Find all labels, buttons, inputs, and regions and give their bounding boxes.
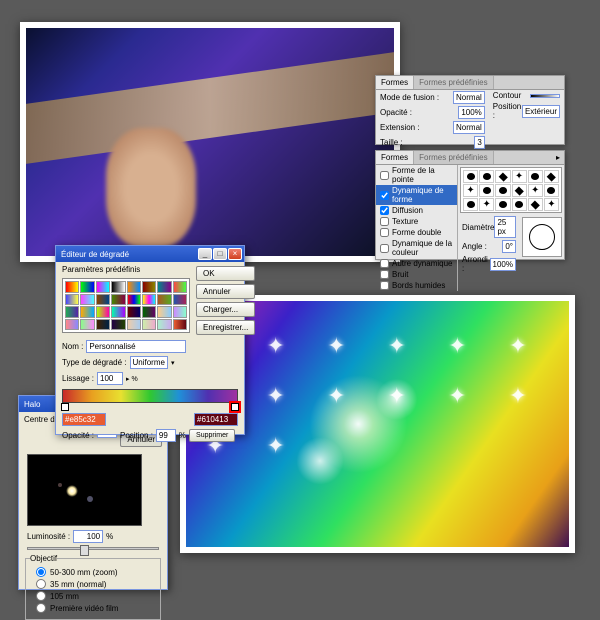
chk-tip[interactable]: Forme de la pointe (392, 166, 453, 184)
chevron-down-icon[interactable]: ▾ (171, 359, 175, 367)
color-right[interactable]: #610413 (194, 413, 238, 426)
chk-noise[interactable]: Bruit (392, 270, 408, 279)
ok-button[interactable]: OK (196, 266, 255, 281)
maximize-button[interactable]: □ (213, 248, 227, 260)
opacity-select[interactable]: 100% (458, 106, 484, 119)
chk-scatter[interactable]: Diffusion (392, 206, 423, 215)
presets-label: Paramètres prédéfinis (62, 265, 190, 274)
smooth-label: Lissage : (62, 374, 94, 383)
chevron-down-icon[interactable]: ▸ % (126, 375, 138, 383)
angle-field[interactable]: 0° (502, 240, 516, 253)
title: Halo (21, 400, 40, 409)
round-field[interactable]: 100% (490, 258, 516, 271)
lum-label: Luminosité : (27, 532, 70, 541)
panel-menu-icon[interactable]: ▸ (552, 151, 564, 164)
load-button[interactable]: Charger... (196, 302, 255, 317)
titlebar[interactable]: Éditeur de dégradé _ □ × (56, 246, 244, 262)
position-field[interactable]: 99 (156, 429, 176, 442)
lum-field[interactable]: 100 (73, 530, 103, 543)
chk-dual[interactable]: Forme double (392, 228, 441, 237)
delete-button[interactable]: Supprimer (189, 429, 235, 442)
tab-forms[interactable]: Formes (376, 151, 414, 164)
flare-preview[interactable] (27, 454, 142, 526)
gradient-editor-dialog: Éditeur de dégradé _ □ × Paramètres préd… (55, 245, 245, 435)
blend-select[interactable]: Normal (453, 91, 485, 104)
chk-texture[interactable]: Texture (392, 217, 418, 226)
close-button[interactable]: × (228, 248, 242, 260)
ext-select[interactable]: Normal (453, 121, 485, 134)
type-label: Type de dégradé : (62, 358, 127, 367)
brush-angle-widget[interactable] (522, 217, 562, 257)
pos-select[interactable]: Extérieur (522, 105, 560, 118)
chk-shape-dyn[interactable]: Dynamique de forme (392, 186, 453, 204)
smooth-field[interactable]: 100 (97, 372, 123, 385)
gradient-stop-selected[interactable] (231, 403, 239, 411)
gradient-presets[interactable] (62, 278, 190, 333)
brush-panel: Formes Formes prédéfinies ▸ Forme de la … (375, 150, 565, 260)
minimize-button[interactable]: _ (198, 248, 212, 260)
tab-presets[interactable]: Formes prédéfinies (414, 151, 493, 164)
opacity-field[interactable] (97, 434, 117, 438)
brush-tip-grid[interactable] (460, 167, 562, 213)
gradient-stop[interactable] (61, 403, 69, 411)
gradient-bar[interactable] (62, 389, 238, 403)
title: Éditeur de dégradé (58, 250, 129, 259)
cancel-button[interactable]: Annuler (196, 284, 255, 299)
color-left[interactable]: #e85c32 (62, 413, 106, 426)
lens-group: Objectif (30, 554, 57, 563)
name-field[interactable]: Personnalisé (86, 340, 186, 353)
lens-opt-prime[interactable]: Première vidéo film (36, 603, 150, 613)
lum-slider[interactable] (27, 547, 159, 550)
diam-field[interactable]: 25 px (494, 216, 516, 238)
type-select[interactable]: Uniforme (130, 356, 168, 369)
source-photo (20, 22, 400, 262)
tab-forms[interactable]: Formes (376, 76, 414, 89)
tab-presets[interactable]: Formes prédéfinies (414, 76, 493, 89)
options-panel: Formes Formes prédéfinies Mode de fusion… (375, 75, 565, 145)
chk-wet[interactable]: Bords humides (392, 281, 445, 290)
name-label: Nom : (62, 342, 83, 351)
size-field[interactable]: 3 (474, 136, 484, 149)
lens-opt-zoom[interactable]: 50-300 mm (zoom) (36, 567, 150, 577)
lens-opt-35[interactable]: 35 mm (normal) (36, 579, 150, 589)
save-button[interactable]: Enregistrer... (196, 320, 255, 335)
chk-color-dyn[interactable]: Dynamique de la couleur (392, 239, 453, 257)
chk-other[interactable]: Autre dynamique (392, 259, 452, 268)
contour-picker[interactable] (530, 94, 560, 98)
